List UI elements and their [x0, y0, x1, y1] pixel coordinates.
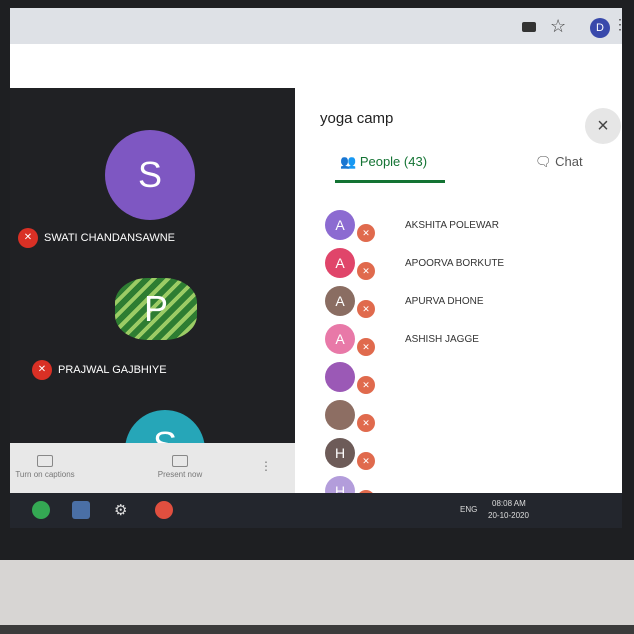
present-now-button[interactable]: Present now [140, 455, 220, 479]
participant-name-label: SWATI CHANDANSAWNE [44, 231, 175, 244]
participant-row[interactable]: ✕ [295, 396, 622, 434]
participant-avatar [325, 400, 355, 430]
explorer-app-icon[interactable] [72, 501, 90, 519]
participant-avatar [325, 362, 355, 392]
mic-off-icon: ✕ [18, 228, 38, 248]
mic-off-icon: ✕ [357, 414, 375, 432]
participant-avatar: H [325, 438, 355, 468]
tray-date[interactable]: 20-10-2020 [488, 511, 529, 520]
captions-icon [37, 455, 53, 467]
tray-time[interactable]: 08:08 AM [492, 499, 526, 508]
browser-menu-icon[interactable]: ⋮ [613, 16, 622, 33]
tab-chat[interactable]: 🗨 Chat [535, 154, 583, 170]
cast-icon[interactable] [522, 22, 536, 32]
mic-off-icon: ✕ [357, 452, 375, 470]
participant-tile-name: ✕ PRAJWAL GAJBHIYE [32, 360, 167, 380]
participant-row[interactable]: A ✕ ASHISH JAGGE [295, 320, 622, 358]
meeting-toolbar: Turn on captions Present now ⋮ [10, 443, 295, 493]
active-tab-indicator [335, 180, 445, 183]
bookmark-star-icon[interactable]: ☆ [550, 16, 566, 37]
laptop-bezel: ☆ D ⋮ S ✕ SWATI CHANDANSAWNE P ✕ PRAJWAL G… [0, 0, 634, 560]
profile-avatar[interactable]: D [590, 18, 610, 38]
people-panel: yoga camp × 👥 People (43) 🗨 Chat A ✕ AKSHI… [295, 88, 622, 508]
browser-toolbar: ☆ D ⋮ [10, 8, 622, 89]
participant-tile-avatar: S [105, 130, 195, 220]
participant-avatar: A [325, 248, 355, 278]
participant-avatar: A [325, 286, 355, 316]
screen: ☆ D ⋮ S ✕ SWATI CHANDANSAWNE P ✕ PRAJWAL G… [10, 8, 622, 528]
mic-off-icon: ✕ [32, 360, 52, 380]
participant-name: APURVA DHONE [405, 296, 484, 307]
participant-avatar: A [325, 324, 355, 354]
present-icon [172, 455, 188, 467]
participant-name: AKSHITA POLEWAR [405, 220, 499, 231]
participant-avatar: A [325, 210, 355, 240]
tab-people[interactable]: 👥 People (43) [340, 154, 427, 170]
chrome-app-icon[interactable] [32, 501, 50, 519]
participant-row[interactable]: A ✕ AKSHITA POLEWAR [295, 206, 622, 244]
participant-row[interactable]: H✕ [295, 434, 622, 472]
participant-tile-name: ✕ SWATI CHANDANSAWNE [18, 228, 175, 248]
mic-off-icon: ✕ [357, 224, 375, 242]
captions-button[interactable]: Turn on captions [10, 455, 85, 479]
more-options-icon[interactable]: ⋮ [260, 459, 272, 473]
mic-off-icon: ✕ [357, 376, 375, 394]
people-icon: 👥 [340, 154, 357, 169]
laptop-base [0, 560, 634, 634]
mic-off-icon: ✕ [357, 262, 375, 280]
participant-row[interactable]: A ✕ APOORVA BORKUTE [295, 244, 622, 282]
app-icon[interactable] [155, 501, 173, 519]
tray-language[interactable]: ENG [460, 505, 477, 514]
participant-name-label: PRAJWAL GAJBHIYE [58, 363, 167, 376]
participant-name: ASHISH JAGGE [405, 334, 479, 345]
mic-off-icon: ✕ [357, 300, 375, 318]
keyboard-strip [0, 625, 634, 634]
participant-row[interactable]: A ✕ APURVA DHONE [295, 282, 622, 320]
participant-name: APOORVA BORKUTE [405, 258, 505, 269]
windows-taskbar: ⚙ ENG 08:08 AM 20-10-2020 [10, 493, 622, 528]
settings-gear-icon[interactable]: ⚙ [114, 501, 132, 519]
meeting-title: yoga camp [320, 110, 394, 127]
close-panel-button[interactable]: × [585, 108, 621, 144]
chat-icon: 🗨 [535, 154, 552, 169]
video-grid: S ✕ SWATI CHANDANSAWNE P ✕ PRAJWAL GAJBHIY… [10, 88, 295, 490]
address-bar[interactable] [10, 44, 622, 89]
participant-row[interactable]: ✕ [295, 358, 622, 396]
mic-off-icon: ✕ [357, 338, 375, 356]
participant-tile-avatar: P [115, 278, 197, 340]
